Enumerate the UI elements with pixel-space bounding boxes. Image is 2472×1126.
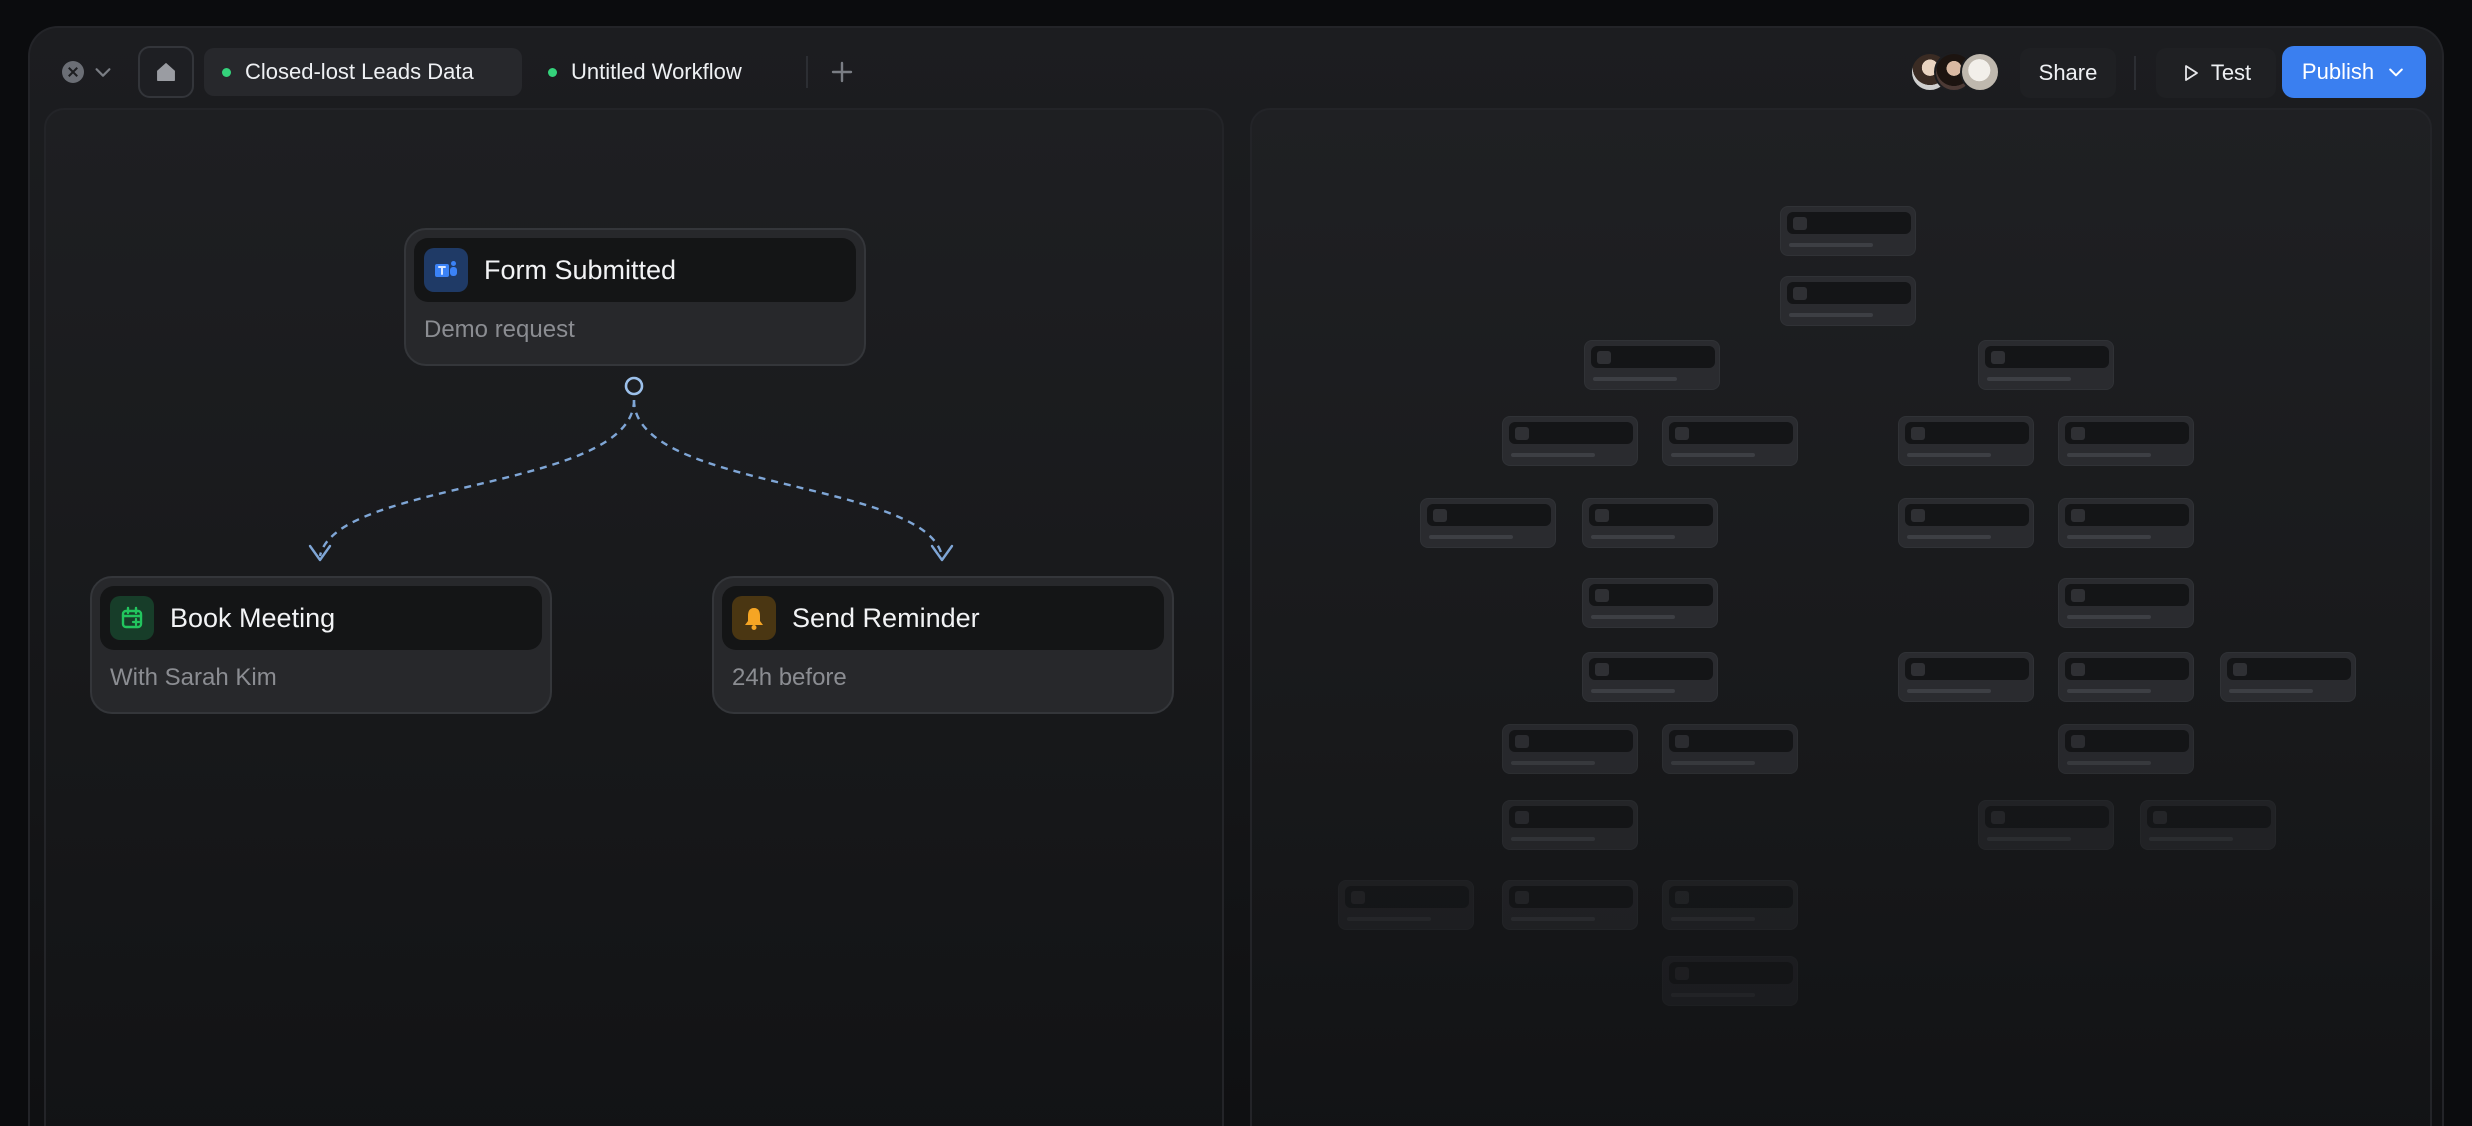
- tab-label: Untitled Workflow: [571, 59, 742, 84]
- play-icon: [2184, 65, 2198, 81]
- node-subtitle: 24h before: [732, 664, 847, 691]
- node-send-reminder[interactable]: Send Reminder 24h before: [712, 576, 1174, 714]
- connection-edge: [632, 399, 944, 557]
- node-title: Book Meeting: [170, 602, 336, 633]
- publish-button[interactable]: Publish: [2282, 46, 2426, 98]
- status-dot: [222, 67, 231, 77]
- tab-label: Closed-lost Leads Data: [245, 59, 474, 84]
- skeleton-node: [1502, 724, 1638, 774]
- publish-label: Publish: [2301, 59, 2375, 84]
- skeleton-node: [1582, 652, 1718, 702]
- output-port[interactable]: [624, 376, 644, 396]
- skeleton-node: [1898, 416, 2034, 466]
- chevron-down-icon[interactable]: [2386, 62, 2406, 82]
- share-label: Share: [2038, 60, 2098, 85]
- skeleton-node: [2058, 498, 2194, 548]
- node-header: Book Meeting: [100, 586, 542, 650]
- skeleton-node: [1662, 880, 1798, 930]
- divider: [2134, 56, 2136, 90]
- tab-closed-lost-leads-data[interactable]: Closed-lost Leads Data: [204, 48, 522, 96]
- node-header: Send Reminder: [722, 586, 1164, 650]
- skeleton-node: [1582, 578, 1718, 628]
- skeleton-node: [2058, 724, 2194, 774]
- app-window: Closed-lost Leads Data Untitled Workflow…: [28, 26, 2444, 1126]
- home-icon: [157, 63, 175, 81]
- home-button[interactable]: [138, 46, 194, 98]
- skeleton-node: [1420, 498, 1556, 548]
- connection-edge: [318, 399, 636, 557]
- avatar[interactable]: [1960, 52, 2000, 92]
- node-form-submitted[interactable]: Form Submitted Demo request: [404, 228, 866, 366]
- skeleton-node: [1662, 956, 1798, 1006]
- share-button[interactable]: Share: [2020, 48, 2116, 98]
- arrowhead-icon: [930, 544, 954, 562]
- skeleton-node: [2140, 800, 2276, 850]
- node-title: Form Submitted: [484, 254, 677, 285]
- skeleton-node: [1978, 340, 2114, 390]
- collaborator-avatars[interactable]: [1910, 52, 2010, 94]
- node-book-meeting[interactable]: Book Meeting With Sarah Kim: [90, 576, 552, 714]
- workflow-canvas[interactable]: Form Submitted Demo request Book Meeting…: [44, 108, 1224, 1126]
- skeleton-node: [1898, 652, 2034, 702]
- window-controls[interactable]: [62, 54, 122, 90]
- skeleton-node: [2058, 578, 2194, 628]
- bell-icon: [732, 596, 776, 640]
- workflow-overview-panel[interactable]: [1250, 108, 2432, 1126]
- skeleton-node: [2058, 652, 2194, 702]
- skeleton-node: [1502, 880, 1638, 930]
- skeleton-node: [1978, 800, 2114, 850]
- teams-icon: [424, 248, 468, 292]
- skeleton-node: [1584, 340, 1720, 390]
- node-subtitle: With Sarah Kim: [110, 664, 277, 691]
- skeleton-node: [1780, 206, 1916, 256]
- skeleton-node: [2058, 416, 2194, 466]
- chevron-down-icon[interactable]: [92, 61, 114, 83]
- node-subtitle: Demo request: [424, 316, 575, 343]
- top-bar: Closed-lost Leads Data Untitled Workflow…: [30, 28, 2442, 108]
- skeleton-node: [1582, 498, 1718, 548]
- test-label: Test: [2210, 60, 2252, 85]
- skeleton-node: [1898, 498, 2034, 548]
- skeleton-node: [1502, 416, 1638, 466]
- skeleton-node: [1662, 724, 1798, 774]
- plus-icon[interactable]: [826, 56, 858, 88]
- node-title: Send Reminder: [792, 602, 980, 633]
- skeleton-node: [1338, 880, 1474, 930]
- test-button[interactable]: Test: [2156, 48, 2276, 98]
- close-circle-icon[interactable]: [62, 61, 84, 83]
- node-header: Form Submitted: [414, 238, 856, 302]
- calendar-icon: [110, 596, 154, 640]
- skeleton-node: [1662, 416, 1798, 466]
- status-dot: [548, 67, 557, 77]
- divider: [806, 56, 808, 88]
- workflow-minimap: [1252, 110, 2434, 1126]
- skeleton-node: [2220, 652, 2356, 702]
- skeleton-node: [1780, 276, 1916, 326]
- skeleton-node: [1502, 800, 1638, 850]
- tab-untitled-workflow[interactable]: Untitled Workflow: [530, 48, 820, 96]
